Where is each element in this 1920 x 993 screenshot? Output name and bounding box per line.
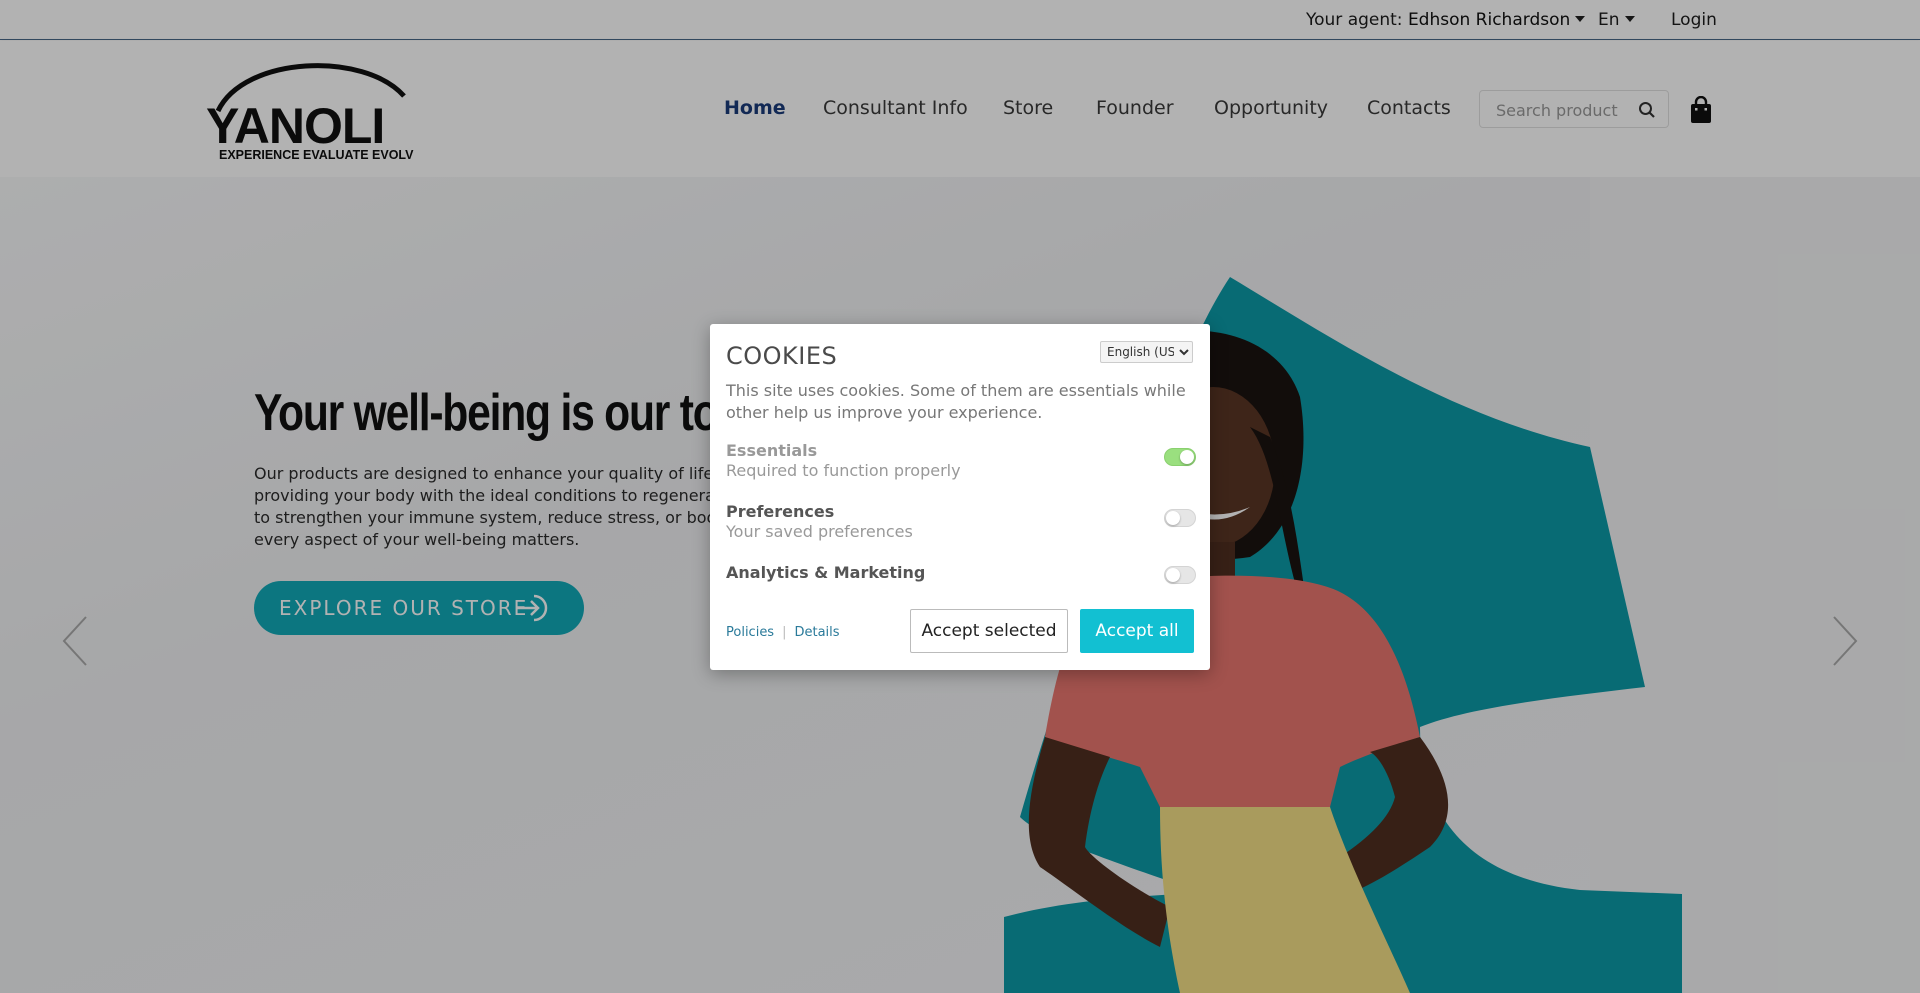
cookie-option-name: Analytics & Marketing (726, 563, 926, 582)
cookie-dialog: COOKIES English (US) This site uses cook… (710, 324, 1210, 670)
cookie-option-preferences: Preferences Your saved preferences (726, 502, 1196, 541)
toggle-knob (1166, 568, 1180, 582)
cookie-option-essentials: Essentials Required to function properly (726, 441, 1196, 480)
cookie-language-select[interactable]: English (US) (1100, 341, 1193, 363)
cookie-option-desc: Your saved preferences (726, 522, 913, 541)
toggle-knob (1166, 511, 1180, 525)
accept-all-button[interactable]: Accept all (1080, 609, 1194, 653)
cookie-links: Policies | Details (726, 625, 840, 640)
cookie-option-name: Essentials (726, 441, 818, 460)
policies-link[interactable]: Policies (726, 625, 774, 640)
cookie-option-desc: Required to function properly (726, 461, 961, 480)
analytics-toggle[interactable] (1164, 566, 1196, 584)
accept-selected-button[interactable]: Accept selected (910, 609, 1068, 653)
cookie-description: This site uses cookies. Some of them are… (726, 381, 1186, 422)
details-link[interactable]: Details (794, 625, 839, 640)
preferences-toggle[interactable] (1164, 509, 1196, 527)
toggle-knob (1180, 450, 1194, 464)
cookie-title: COOKIES (726, 342, 838, 370)
essentials-toggle (1164, 448, 1196, 466)
cookie-option-analytics: Analytics & Marketing (726, 563, 1196, 584)
link-divider: | (782, 625, 787, 640)
cookie-option-name: Preferences (726, 502, 835, 521)
